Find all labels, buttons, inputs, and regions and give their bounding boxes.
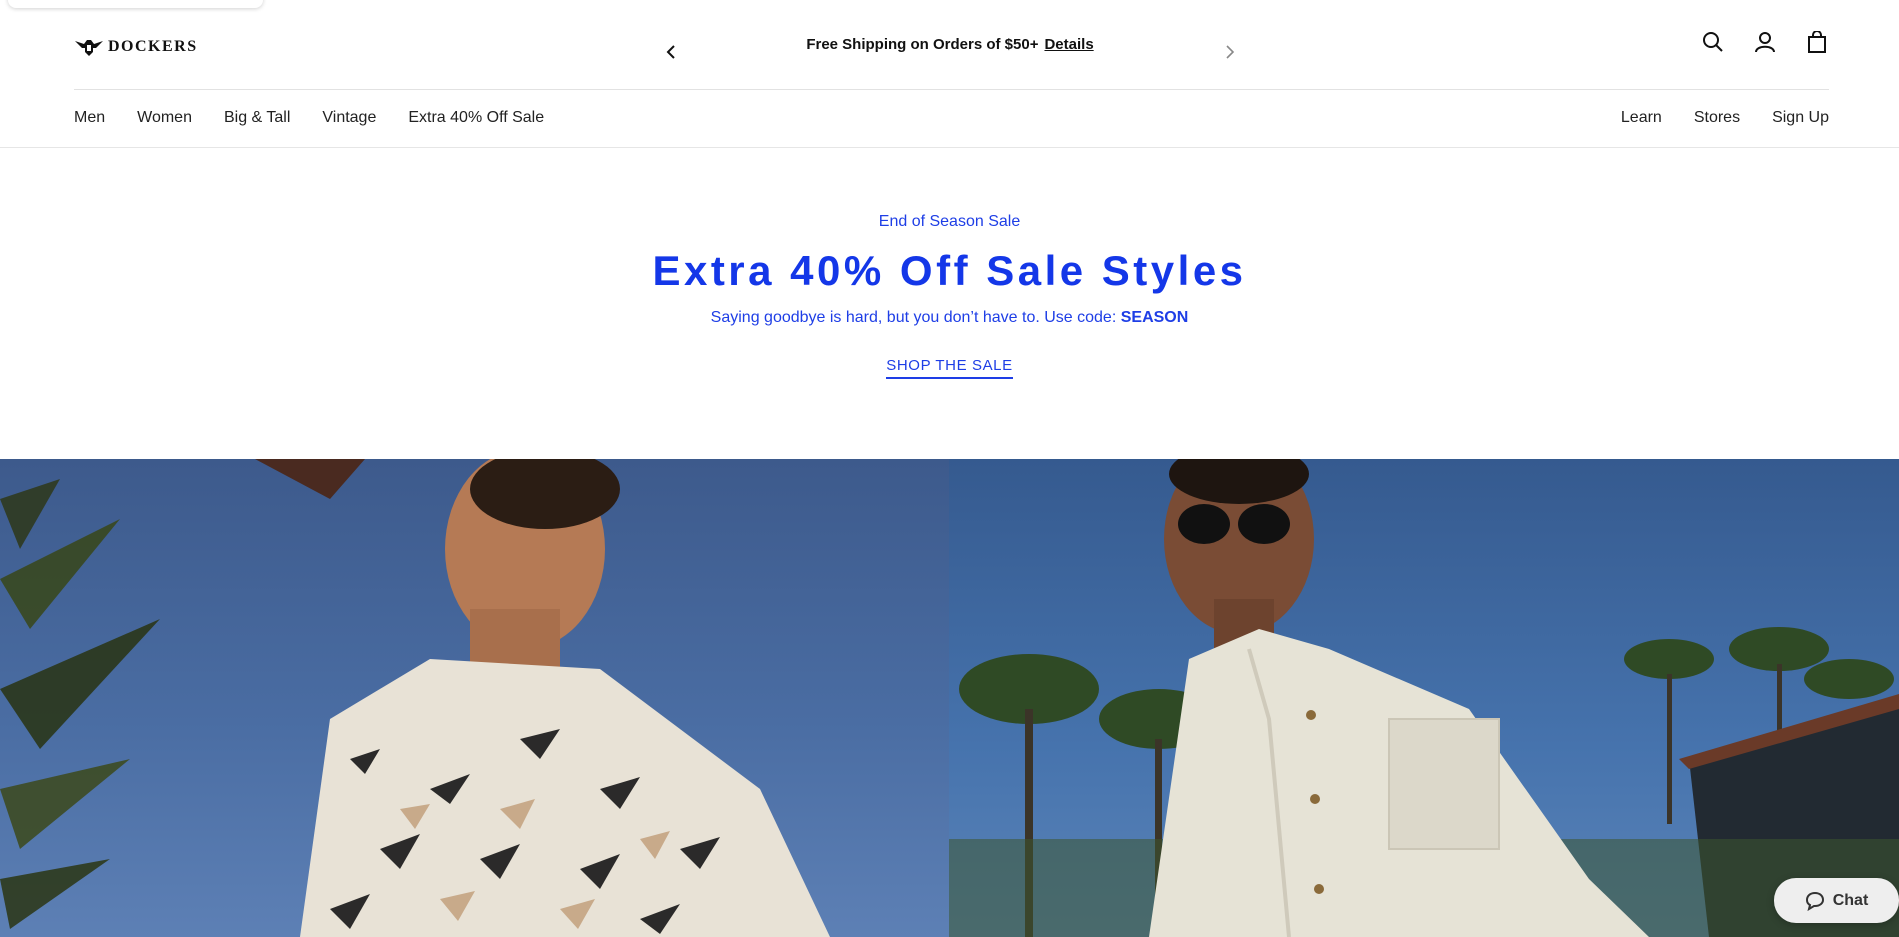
nav-item-stores[interactable]: Stores <box>1694 109 1740 127</box>
chat-label: Chat <box>1832 891 1869 909</box>
promo-details-link[interactable]: Details <box>1044 36 1093 53</box>
nav-item-learn[interactable]: Learn <box>1621 109 1662 127</box>
hero-eyebrow: End of Season Sale <box>878 213 1021 230</box>
header-divider <box>74 89 1829 90</box>
hero-subline-text: Saying goodbye is hard, but you don’t ha… <box>710 309 1117 326</box>
chevron-left-icon <box>666 45 675 59</box>
nav-item-sign-up[interactable]: Sign Up <box>1772 109 1829 127</box>
nav-item-vintage[interactable]: Vintage <box>322 109 376 127</box>
header-icons <box>1701 30 1829 54</box>
promo-prev-button[interactable] <box>663 40 679 64</box>
nav-item-men[interactable]: Men <box>74 109 105 127</box>
hero-headline: Extra 40% Off Sale Styles <box>652 247 1247 294</box>
promo-banner: Free Shipping on Orders of $50+ Details <box>700 36 1200 53</box>
bag-button[interactable] <box>1805 30 1829 54</box>
account-button[interactable] <box>1753 30 1777 54</box>
wings-logo-icon <box>75 40 103 56</box>
chevron-right-icon <box>1226 45 1235 59</box>
search-icon <box>1703 32 1723 52</box>
brand-name: DOCKERS <box>108 38 198 55</box>
promo-code: SEASON <box>1120 309 1189 326</box>
promo-text: Free Shipping on Orders of $50+ <box>806 36 1039 53</box>
nav-item-big-tall[interactable]: Big & Tall <box>224 109 290 127</box>
hero-subline: Saying goodbye is hard, but you don’t ha… <box>0 309 1899 327</box>
man-patterned-shirt-image <box>0 459 830 937</box>
chat-bubble-icon <box>1805 891 1824 911</box>
man-white-shirt-image <box>949 459 1899 937</box>
bag-icon <box>1808 31 1826 53</box>
nav-item-sale[interactable]: Extra 40% Off Sale <box>408 109 544 127</box>
sale-hero: End of Season Sale Extra 40% Off Sale St… <box>0 213 1899 379</box>
hero-image-right[interactable] <box>949 459 1899 937</box>
chat-button[interactable]: Chat <box>1774 878 1899 923</box>
promo-next-button[interactable] <box>1222 40 1238 64</box>
hero-image-left[interactable] <box>0 459 949 937</box>
nav-divider <box>0 147 1899 148</box>
utility-nav: Learn Stores Sign Up <box>1621 109 1829 127</box>
search-button[interactable] <box>1701 30 1725 54</box>
nav-item-women[interactable]: Women <box>137 109 192 127</box>
shop-the-sale-link[interactable]: SHOP THE SALE <box>886 357 1013 379</box>
site-header: DOCKERS Free Shipping on Orders of $50+ D… <box>0 0 1899 90</box>
account-icon <box>1755 32 1775 53</box>
main-nav: Men Women Big & Tall Vintage Extra 40% O… <box>74 109 544 127</box>
dockers-logo[interactable]: DOCKERS <box>74 36 198 58</box>
